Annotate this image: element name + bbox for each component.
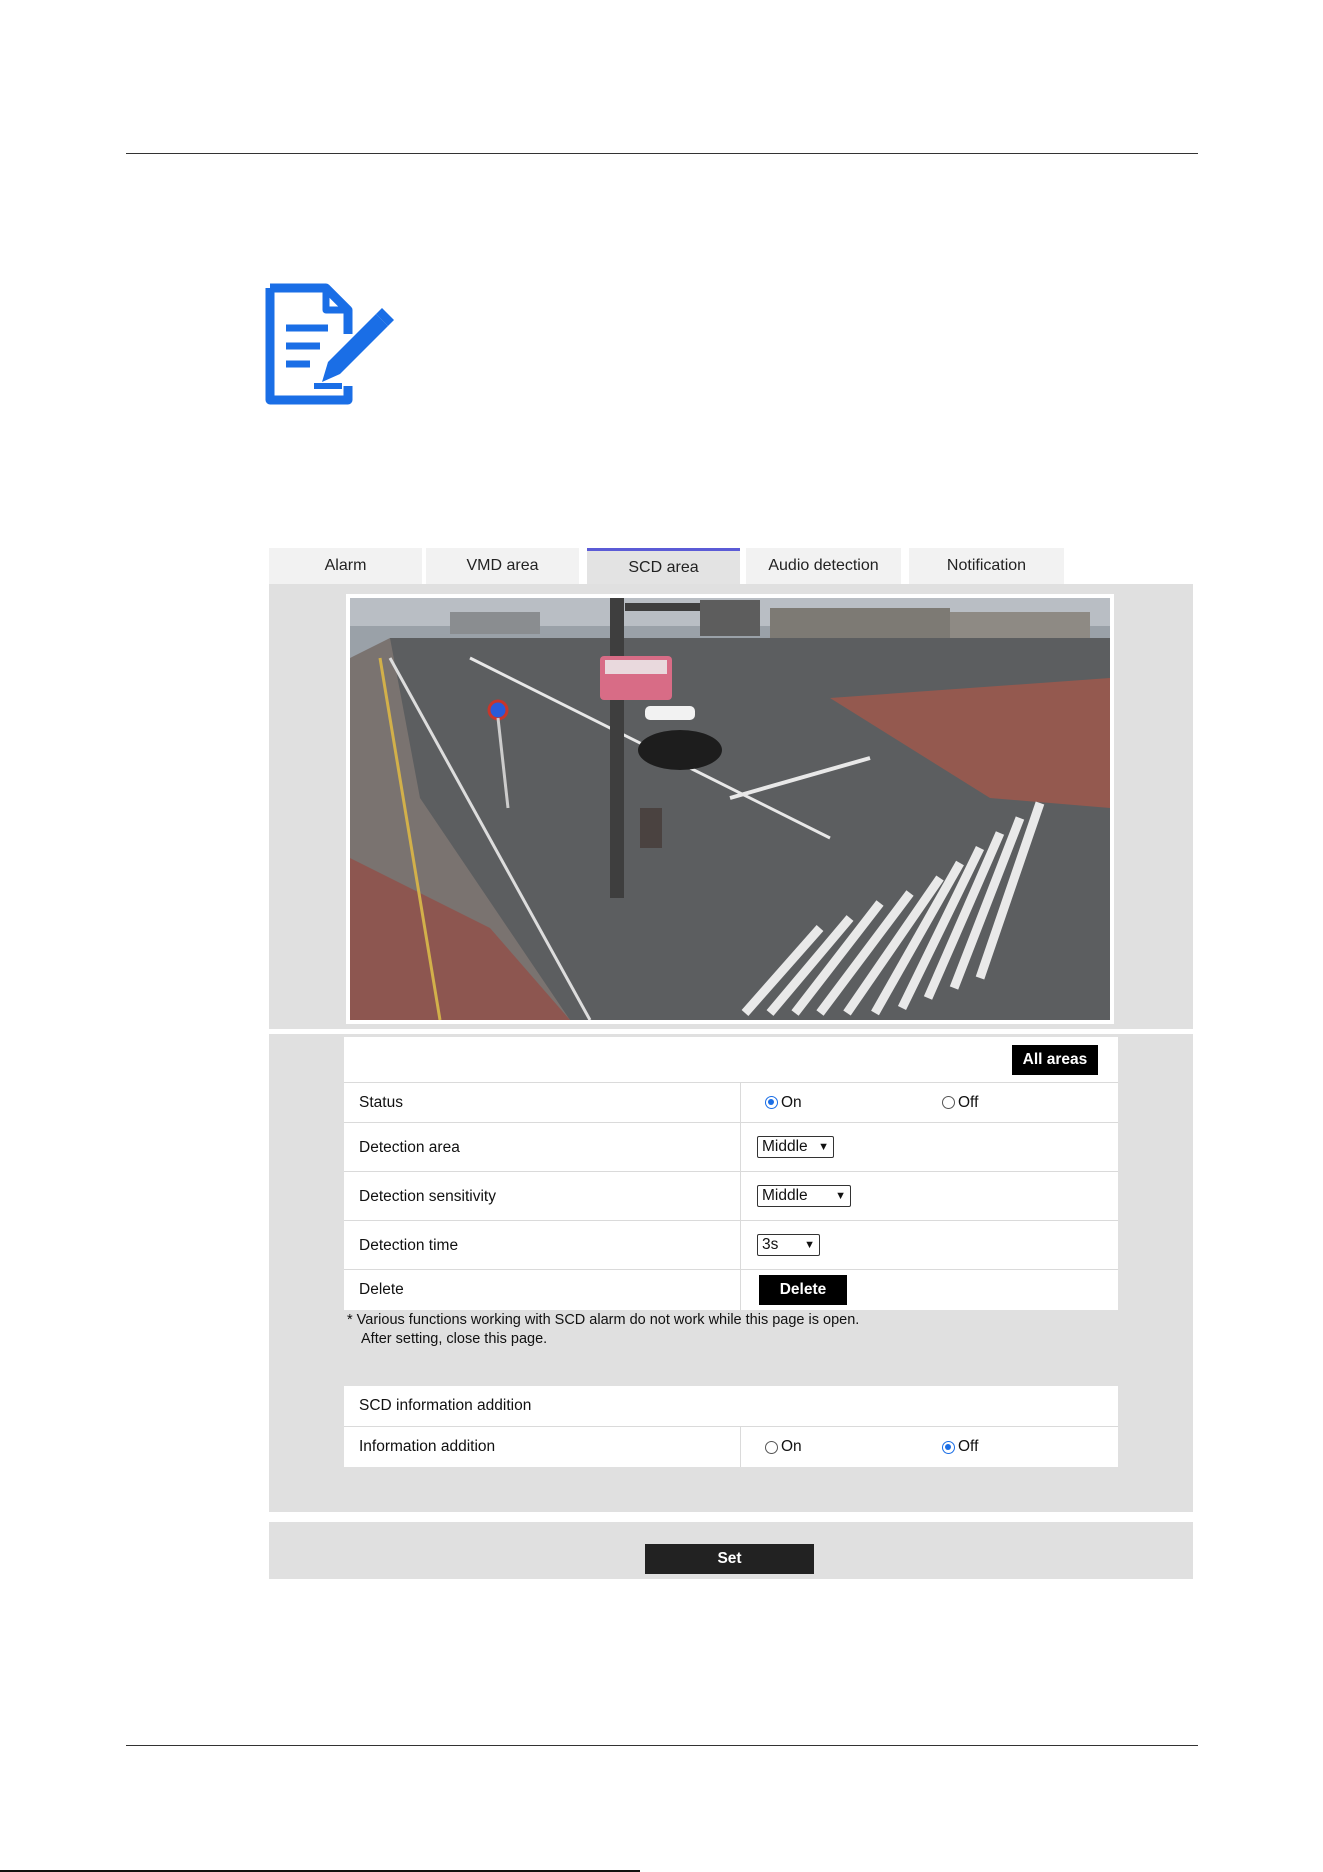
column-divider: [740, 1427, 741, 1467]
status-off-label: Off: [958, 1093, 979, 1111]
detection-sensitivity-value: Middle ▼: [757, 1172, 851, 1220]
status-on-option[interactable]: On: [765, 1083, 802, 1122]
detection-area-value: Middle ▼: [757, 1123, 834, 1171]
detection-area-row: Detection area Middle ▼: [344, 1123, 1118, 1172]
detection-time-value: 3s ▼: [757, 1221, 820, 1269]
scd-settings-panel: All areas Status On Off Detection area M…: [269, 1034, 1193, 1512]
detection-time-selected: 3s: [762, 1236, 779, 1253]
scd-note-line2: After setting, close this page.: [361, 1331, 548, 1347]
tab-notification[interactable]: Notification: [909, 548, 1064, 584]
set-button[interactable]: Set: [645, 1544, 814, 1574]
tab-audio-detection[interactable]: Audio detection: [746, 548, 901, 584]
info-addition-section-title: SCD information addition: [359, 1397, 532, 1414]
status-on-label: On: [781, 1093, 802, 1111]
all-areas-button[interactable]: All areas: [1012, 1045, 1098, 1075]
information-addition-label: Information addition: [359, 1438, 496, 1455]
note-edit-icon: [265, 283, 394, 405]
column-divider: [740, 1083, 741, 1122]
info-off-label: Off: [958, 1438, 979, 1455]
info-on-label: On: [781, 1438, 802, 1455]
status-on-radio[interactable]: [765, 1096, 778, 1109]
delete-label: Delete: [359, 1281, 404, 1298]
chevron-down-icon: ▼: [818, 1141, 829, 1153]
status-off-option[interactable]: Off: [942, 1083, 978, 1122]
camera-view: [350, 598, 1110, 1020]
status-label: Status: [359, 1094, 403, 1111]
information-addition-row: Information addition On Off: [344, 1427, 1118, 1467]
info-off-option[interactable]: Off: [942, 1427, 978, 1467]
detection-sensitivity-row: Detection sensitivity Middle ▼: [344, 1172, 1118, 1221]
column-divider: [740, 1123, 741, 1171]
detection-area-label: Detection area: [359, 1139, 460, 1156]
delete-button[interactable]: Delete: [759, 1275, 847, 1305]
detection-sensitivity-selected: Middle: [762, 1187, 808, 1204]
all-areas-row: All areas: [344, 1037, 1118, 1083]
chevron-down-icon: ▼: [835, 1190, 846, 1202]
tab-vmd-area[interactable]: VMD area: [426, 548, 579, 584]
delete-row: Delete Delete: [344, 1270, 1118, 1310]
delete-value: Delete: [759, 1270, 847, 1310]
detection-sensitivity-label: Detection sensitivity: [359, 1188, 496, 1205]
info-on-option[interactable]: On: [765, 1427, 802, 1467]
tab-scd-area[interactable]: SCD area: [587, 548, 740, 584]
status-row: Status On Off: [344, 1083, 1118, 1123]
footer-rule: [126, 1745, 1198, 1746]
set-bar: Set: [269, 1522, 1193, 1579]
status-off-radio[interactable]: [942, 1096, 955, 1109]
detection-time-row: Detection time 3s ▼: [344, 1221, 1118, 1270]
camera-image[interactable]: [346, 594, 1114, 1024]
scd-area-table: All areas Status On Off Detection area M…: [344, 1037, 1118, 1310]
info-addition-header-row: SCD information addition: [344, 1386, 1118, 1427]
info-off-radio[interactable]: [942, 1440, 955, 1454]
detection-area-select[interactable]: Middle ▼: [757, 1136, 834, 1158]
header-rule: [126, 153, 1198, 154]
detection-time-select[interactable]: 3s ▼: [757, 1234, 820, 1256]
tab-alarm[interactable]: Alarm: [269, 548, 422, 584]
detection-area-selected: Middle: [762, 1138, 808, 1155]
info-on-radio[interactable]: [765, 1440, 778, 1454]
video-panel: [269, 584, 1193, 1029]
column-divider: [740, 1221, 741, 1269]
chevron-down-icon: ▼: [804, 1239, 815, 1251]
scd-note-line1: * Various functions working with SCD ala…: [347, 1312, 860, 1328]
column-divider: [740, 1172, 741, 1220]
column-divider: [740, 1270, 741, 1310]
info-addition-table: SCD information addition Information add…: [344, 1386, 1118, 1467]
detection-sensitivity-select[interactable]: Middle ▼: [757, 1185, 851, 1207]
detection-time-label: Detection time: [359, 1237, 459, 1254]
